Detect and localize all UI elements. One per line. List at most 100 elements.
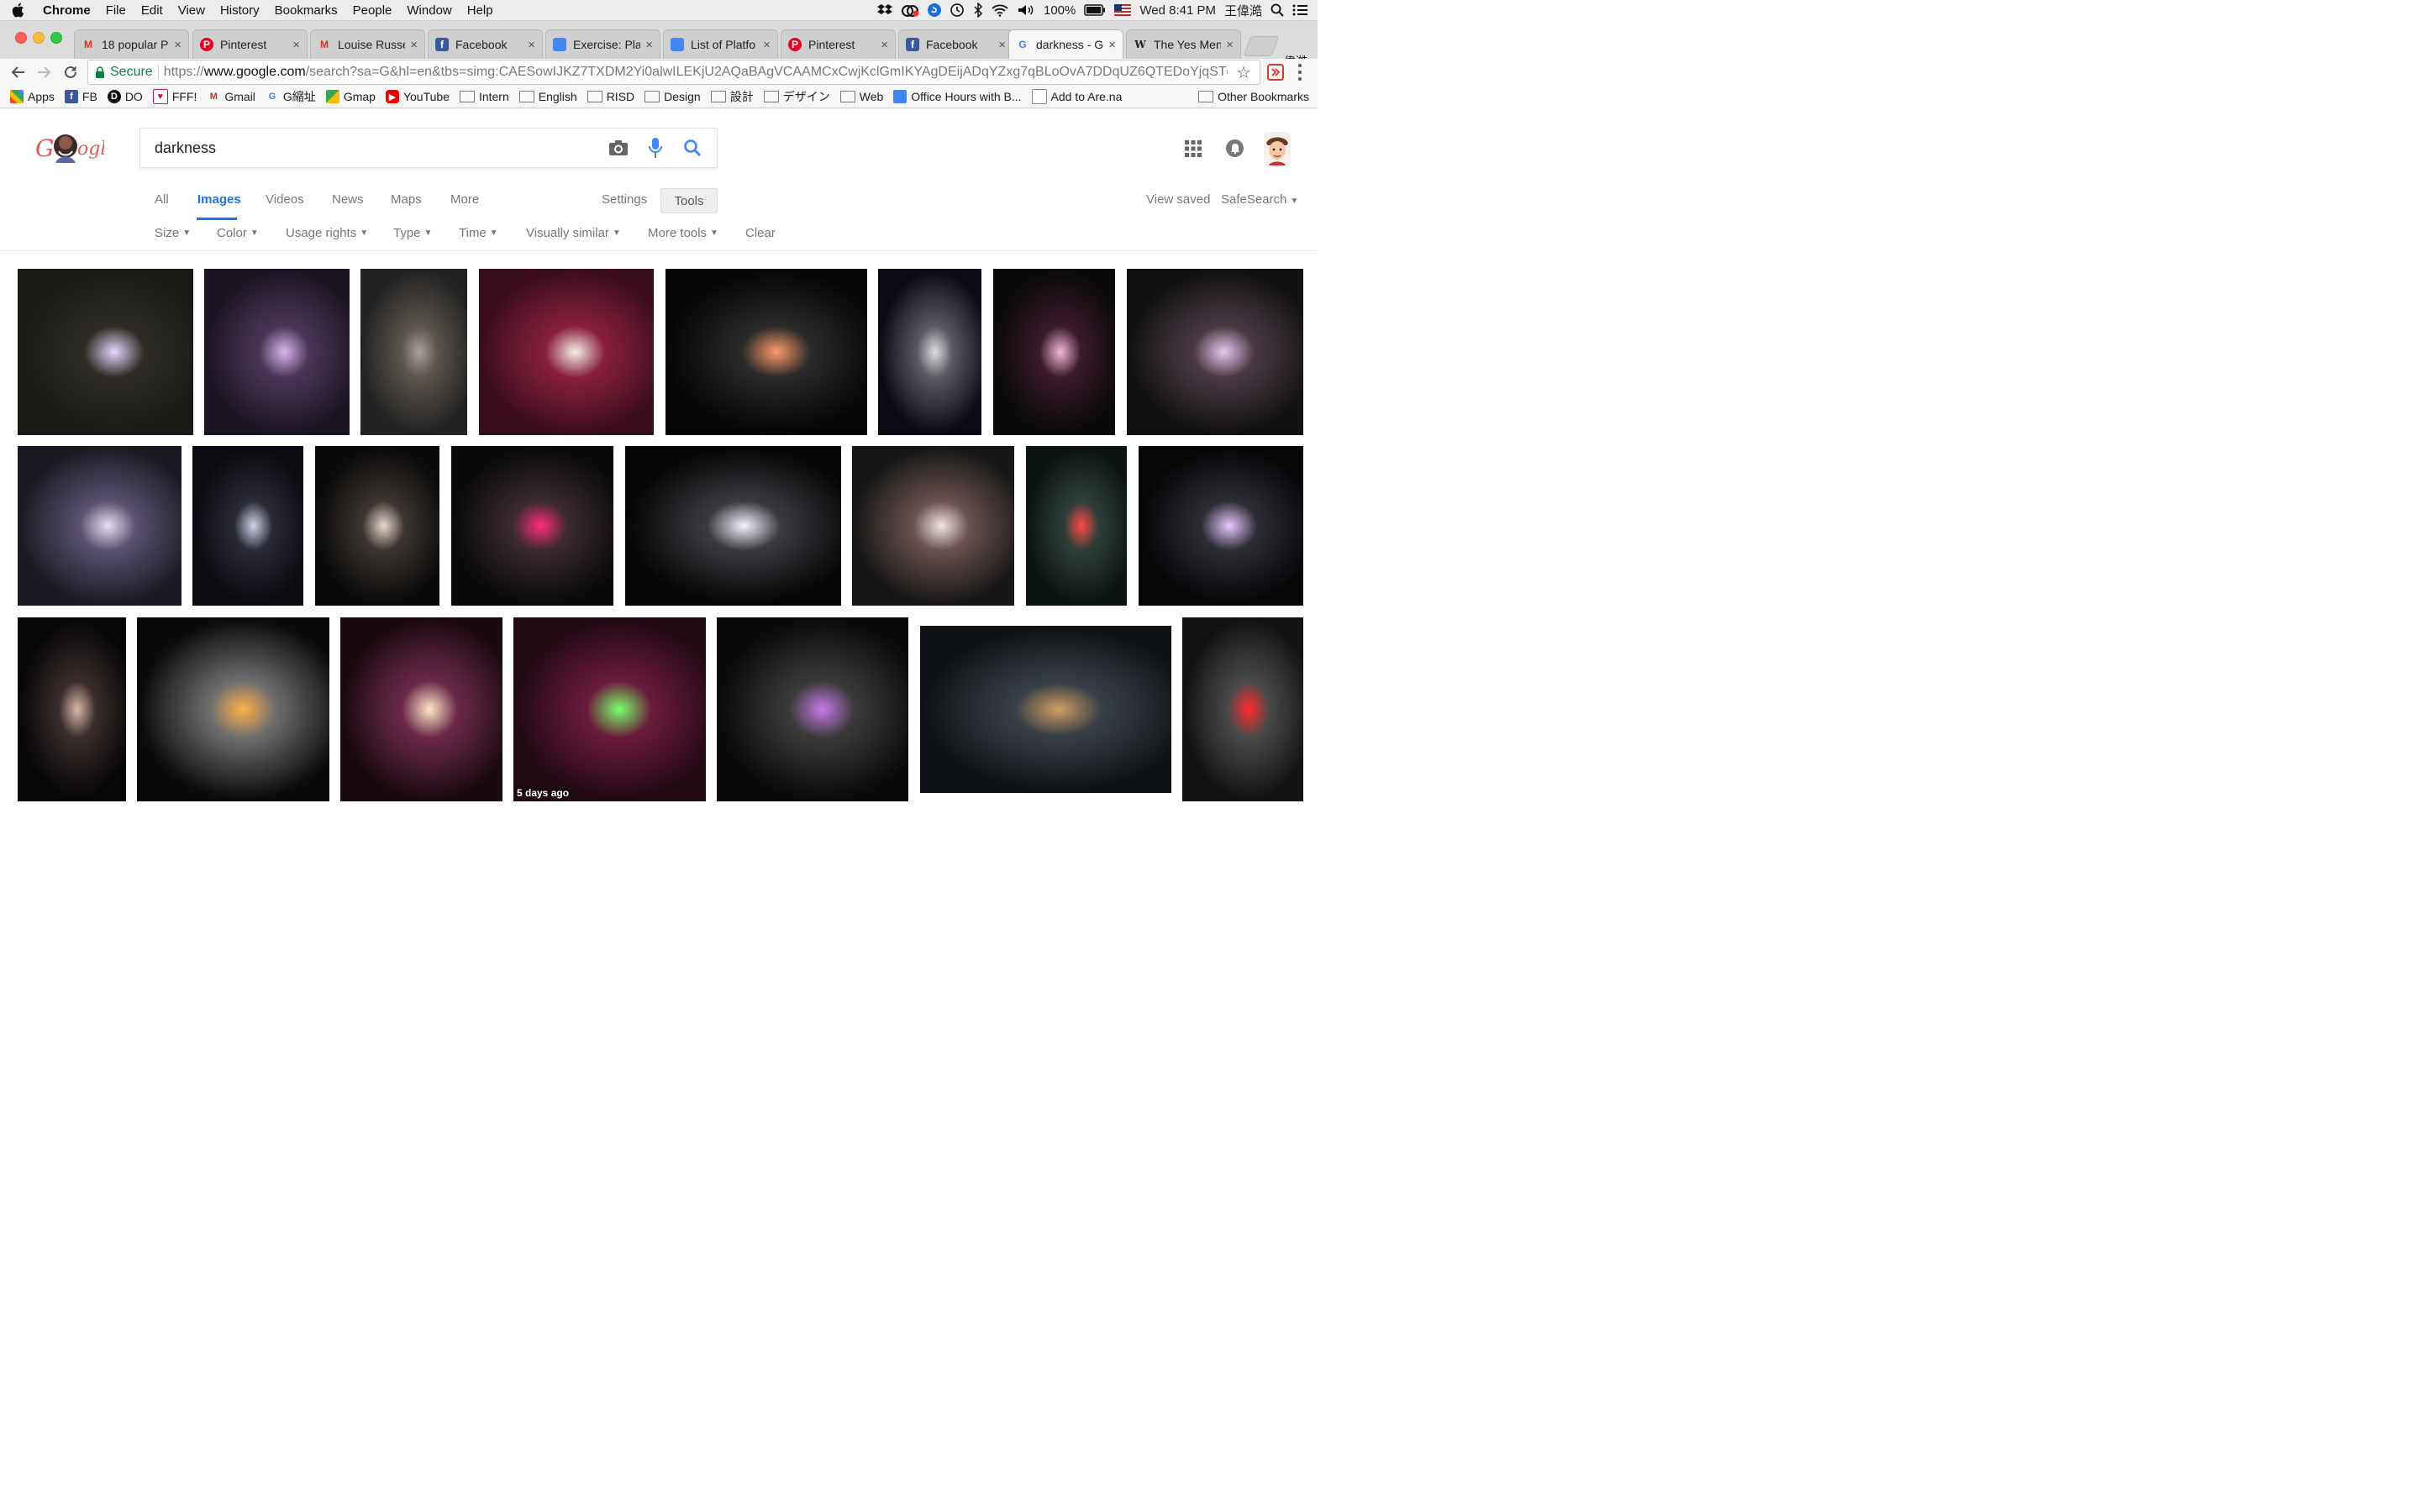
image-result-thumbnail[interactable] (920, 626, 1171, 793)
image-result-thumbnail[interactable] (993, 269, 1115, 435)
chrome-menu-icon[interactable] (1294, 64, 1306, 81)
browser-tab[interactable]: M 18 popular P × (74, 29, 189, 59)
bookmark-item[interactable]: Gmap (325, 90, 376, 103)
safesearch-dropdown[interactable]: SafeSearch ▼ (1221, 192, 1298, 207)
close-tab-icon[interactable]: × (998, 38, 1006, 52)
menu-bookmarks[interactable]: Bookmarks (267, 3, 345, 18)
browser-tab[interactable]: Exercise: Pla × (545, 29, 660, 59)
image-result-thumbnail[interactable] (878, 269, 981, 435)
battery-icon[interactable] (1084, 4, 1106, 16)
shazam-icon[interactable] (928, 3, 941, 17)
bookmark-item[interactable]: Add to Are.na (1031, 89, 1122, 104)
image-result-thumbnail[interactable] (1182, 617, 1303, 801)
filter-dropdown[interactable]: More tools ▼ (648, 226, 718, 240)
image-result-thumbnail[interactable] (192, 446, 303, 606)
lock-icon[interactable] (95, 66, 105, 78)
wifi-icon[interactable] (992, 3, 1008, 17)
close-window-button[interactable] (15, 32, 27, 44)
dropbox-icon[interactable] (877, 3, 892, 17)
close-tab-icon[interactable]: × (1108, 38, 1116, 52)
bookmark-item[interactable]: Office Hours with B... (893, 90, 1022, 103)
account-avatar[interactable] (1264, 132, 1291, 165)
browser-tab[interactable]: W The Yes Men × (1126, 29, 1241, 59)
tab-images[interactable]: Images (197, 192, 241, 207)
close-tab-icon[interactable]: × (292, 38, 300, 52)
close-tab-icon[interactable]: × (174, 38, 182, 52)
minimize-window-button[interactable] (33, 32, 45, 44)
browser-tab[interactable]: f Facebook × (428, 29, 543, 59)
bookmark-item[interactable]: ▶ YouTube (385, 90, 450, 103)
bookmark-item[interactable]: RISD (587, 90, 634, 103)
bookmark-item[interactable]: ♥ FFF! (152, 89, 197, 104)
browser-tab[interactable]: f Facebook × (898, 29, 1013, 59)
filter-dropdown[interactable]: Size ▼ (155, 226, 191, 240)
bookmark-item[interactable]: Web (839, 90, 883, 103)
filter-dropdown[interactable]: Time ▼ (459, 226, 498, 240)
search-icon[interactable] (680, 135, 705, 160)
tab-news[interactable]: News (332, 192, 364, 207)
menu-app-name[interactable]: Chrome (35, 3, 98, 18)
tab-maps[interactable]: Maps (391, 192, 422, 207)
image-result-thumbnail[interactable] (340, 617, 502, 801)
address-bar[interactable]: Secure https://www.google.com/search?sa=… (87, 60, 1260, 85)
close-tab-icon[interactable]: × (410, 38, 418, 52)
browser-tab[interactable]: M Louise Russe × (310, 29, 425, 59)
filter-dropdown[interactable]: Color ▼ (217, 226, 259, 240)
clock[interactable]: Wed 8:41 PM (1139, 3, 1216, 18)
bookmark-item[interactable]: M Gmail (207, 90, 255, 103)
menu-help[interactable]: Help (460, 3, 501, 18)
bluetooth-icon[interactable] (973, 3, 983, 18)
bookmark-item[interactable]: f FB (64, 90, 97, 103)
tools-button[interactable]: Tools (660, 188, 718, 213)
filter-dropdown[interactable]: Usage rights ▼ (286, 226, 368, 240)
image-result-thumbnail[interactable] (852, 446, 1014, 606)
bookmark-item[interactable]: デザイン (763, 88, 830, 105)
microphone-icon[interactable] (643, 135, 668, 160)
image-result-thumbnail[interactable] (1139, 446, 1303, 606)
image-result-thumbnail[interactable] (204, 269, 350, 435)
browser-tab[interactable]: List of Platfo × (663, 29, 778, 59)
bookmark-item[interactable]: Design (644, 90, 701, 103)
bookmark-star-icon[interactable]: ☆ (1236, 62, 1251, 83)
url-text[interactable]: https://www.google.com/search?sa=G&hl=en… (164, 65, 1228, 80)
image-result-thumbnail[interactable] (479, 269, 654, 435)
image-result-thumbnail[interactable] (666, 269, 867, 435)
browser-tab[interactable]: P Pinterest × (192, 29, 308, 59)
back-button[interactable] (8, 62, 29, 82)
google-apps-icon[interactable] (1185, 140, 1202, 157)
close-tab-icon[interactable]: × (881, 38, 888, 52)
image-result-thumbnail[interactable] (18, 446, 182, 606)
user-name[interactable]: 王偉澔 (1224, 2, 1262, 19)
creative-cloud-icon[interactable] (901, 3, 919, 17)
image-result-thumbnail[interactable] (451, 446, 613, 606)
notifications-bell-icon[interactable] (1226, 139, 1244, 157)
menu-view[interactable]: View (171, 3, 213, 18)
reload-button[interactable] (60, 62, 81, 82)
close-tab-icon[interactable]: × (763, 38, 771, 52)
bookmark-item[interactable]: D DO (107, 90, 143, 103)
us-flag-icon[interactable] (1114, 4, 1132, 16)
bookmark-item[interactable]: English (518, 90, 577, 103)
settings-link[interactable]: Settings (602, 192, 647, 207)
maximize-window-button[interactable] (50, 32, 62, 44)
browser-tab[interactable]: P Pinterest × (781, 29, 896, 59)
image-result-thumbnail[interactable] (18, 269, 193, 435)
filter-dropdown[interactable]: Type ▼ (393, 226, 432, 240)
image-result-thumbnail[interactable] (360, 269, 467, 435)
browser-tab[interactable]: Gdarkness - G × (1008, 29, 1123, 59)
time-machine-icon[interactable] (950, 3, 965, 18)
image-result-thumbnail[interactable] (137, 617, 329, 801)
menu-window[interactable]: Window (399, 3, 459, 18)
bookmark-item[interactable]: Apps (10, 90, 55, 103)
search-input[interactable]: darkness (155, 139, 606, 157)
spotlight-icon[interactable] (1270, 3, 1284, 17)
image-result-thumbnail[interactable] (625, 446, 841, 606)
close-tab-icon[interactable]: × (645, 38, 653, 52)
image-result-thumbnail[interactable] (717, 617, 908, 801)
tab-videos[interactable]: Videos (266, 192, 304, 207)
close-tab-icon[interactable]: × (528, 38, 535, 52)
forward-button[interactable] (34, 62, 54, 82)
menu-edit[interactable]: Edit (134, 3, 171, 18)
menu-history[interactable]: History (213, 3, 267, 18)
notification-center-icon[interactable] (1292, 4, 1307, 16)
